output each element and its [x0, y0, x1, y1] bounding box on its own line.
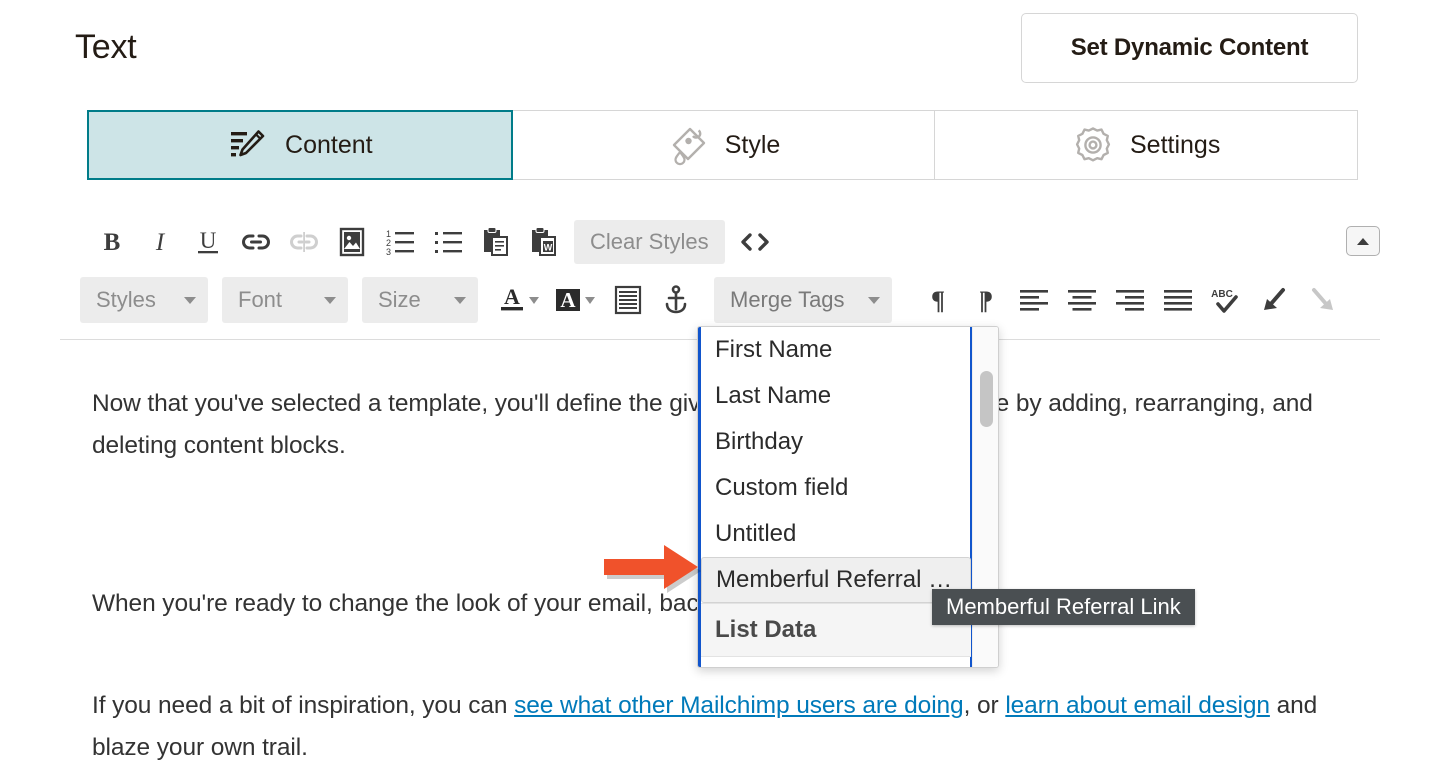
clear-styles-button[interactable]: Clear Styles [574, 220, 725, 264]
annotation-arrow [604, 541, 716, 601]
rich-text-toolbar: B I U 1 2 3 W Clear Styles Styles Font S… [60, 210, 1380, 340]
merge-tag-item-untitled[interactable]: Untitled [701, 511, 971, 557]
merge-tag-list: First Name Last Name Birthday Custom fie… [701, 327, 971, 657]
triangle-up-icon [1357, 238, 1369, 245]
set-dynamic-content-button[interactable]: Set Dynamic Content [1021, 13, 1358, 83]
styles-select[interactable]: Styles [80, 277, 208, 323]
merge-tag-group-list-data: List Data [701, 603, 971, 657]
list-item-label: Last Name [715, 382, 832, 409]
size-select-label: Size [378, 287, 421, 312]
image-icon[interactable] [328, 218, 376, 266]
align-center-icon[interactable] [1058, 276, 1106, 324]
group-header-label: List Data [715, 616, 817, 643]
paragraph-3-middle: , or [963, 692, 1006, 719]
paste-word-icon[interactable]: W [520, 218, 568, 266]
svg-text:A: A [504, 284, 520, 309]
pilcrow-rtl-icon[interactable]: ¶ [962, 276, 1010, 324]
paragraph-1-part-a: Now that you've selected a template, you… [92, 390, 670, 417]
arrow-right-icon [604, 545, 701, 593]
align-justify-icon[interactable] [1154, 276, 1202, 324]
chevron-down-icon [324, 296, 336, 304]
text-color-icon[interactable]: A [492, 276, 548, 324]
list-item-label: Untitled [715, 520, 797, 547]
merge-tag-item-birthday[interactable]: Birthday [701, 419, 971, 465]
align-right-icon[interactable] [1106, 276, 1154, 324]
svg-text:B: B [104, 229, 121, 256]
align-left-icon[interactable] [1010, 276, 1058, 324]
svg-text:¶: ¶ [931, 286, 945, 315]
svg-text:ABC: ABC [1211, 289, 1233, 300]
tab-style-label: Style [724, 130, 781, 159]
link-icon[interactable] [232, 218, 280, 266]
paragraph-2-part-a: When you're ready to change the look of … [92, 590, 653, 617]
merge-tag-tooltip: Memberful Referral Link [932, 589, 1195, 625]
svg-text:W: W [544, 243, 553, 253]
chevron-down-icon [454, 296, 466, 304]
svg-text:A: A [560, 288, 576, 312]
merge-tag-item-last-name[interactable]: Last Name [701, 373, 971, 419]
text-block-editor-panel: Text Set Dynamic Content Content Style S… [0, 0, 1440, 780]
paste-icon[interactable] [472, 218, 520, 266]
gear-icon [1072, 124, 1114, 166]
collapse-toolbar-button[interactable] [1346, 226, 1380, 256]
numbered-list-icon[interactable]: 123 [376, 218, 424, 266]
paint-roller-icon [667, 124, 709, 166]
paragraph-3-prefix: If you need a bit of inspiration, you ca… [92, 692, 515, 719]
spellcheck-icon[interactable]: ABC [1202, 276, 1250, 324]
tab-style[interactable]: Style [511, 110, 936, 180]
svg-text:I: I [155, 229, 166, 256]
chevron-down-icon [184, 296, 196, 304]
toolbar-row-primary: B I U 1 2 3 W Clear Styles [88, 218, 779, 266]
undo-arrow-icon[interactable] [1250, 276, 1298, 324]
list-item-label: Birthday [715, 428, 804, 455]
svg-text:U: U [200, 228, 217, 253]
learn-about-email-design-link[interactable]: learn about email design [1005, 692, 1270, 719]
redo-arrow-icon[interactable] [1298, 276, 1346, 324]
styles-select-label: Styles [96, 287, 156, 312]
paragraph-3: If you need a bit of inspiration, you ca… [92, 685, 1332, 769]
underline-button[interactable]: U [184, 218, 232, 266]
list-item-label: First Name [715, 336, 833, 363]
size-select[interactable]: Size [362, 277, 478, 323]
list-item-label: Custom field [715, 474, 849, 501]
unlink-icon[interactable] [280, 218, 328, 266]
pilcrow-icon[interactable]: ¶ [914, 276, 962, 324]
merge-tags-dropdown-button[interactable]: Merge Tags [714, 277, 892, 323]
merge-tags-label: Merge Tags [730, 287, 845, 312]
merge-tag-item-custom-field[interactable]: Custom field [701, 465, 971, 511]
svg-text:3: 3 [386, 247, 391, 257]
tab-content[interactable]: Content [87, 110, 513, 180]
panel-header: Text Set Dynamic Content [0, 0, 1440, 100]
toolbar-row-secondary: Styles Font Size A A Merge Tags ¶ ¶ ABC [80, 276, 1346, 324]
lines-block-icon[interactable] [604, 276, 652, 324]
svg-text:¶: ¶ [979, 286, 993, 315]
list-item-label: Memberful Referral … [716, 566, 953, 593]
dropdown-scrollbar-thumb[interactable] [980, 371, 993, 427]
highlight-color-icon[interactable]: A [548, 276, 604, 324]
italic-button[interactable]: I [136, 218, 184, 266]
chevron-down-icon [868, 296, 880, 304]
page-title: Text [75, 28, 137, 66]
merge-tag-item-memberful-referral-link[interactable]: Memberful Referral … [701, 557, 971, 603]
anchor-icon[interactable] [652, 276, 700, 324]
font-select-label: Font [238, 287, 283, 312]
editor-tabs: Content Style Settings [87, 110, 1359, 180]
tab-settings-label: Settings [1130, 130, 1221, 159]
mailchimp-users-link[interactable]: see what other Mailchimp users are doing [514, 692, 964, 719]
tab-settings[interactable]: Settings [934, 110, 1359, 180]
bullet-list-icon[interactable] [424, 218, 472, 266]
tab-content-label: Content [285, 130, 373, 159]
source-code-icon[interactable] [731, 218, 779, 266]
bold-button[interactable]: B [88, 218, 136, 266]
merge-tag-item-first-name[interactable]: First Name [701, 327, 971, 373]
edit-pencil-icon [227, 124, 269, 166]
font-select[interactable]: Font [222, 277, 348, 323]
